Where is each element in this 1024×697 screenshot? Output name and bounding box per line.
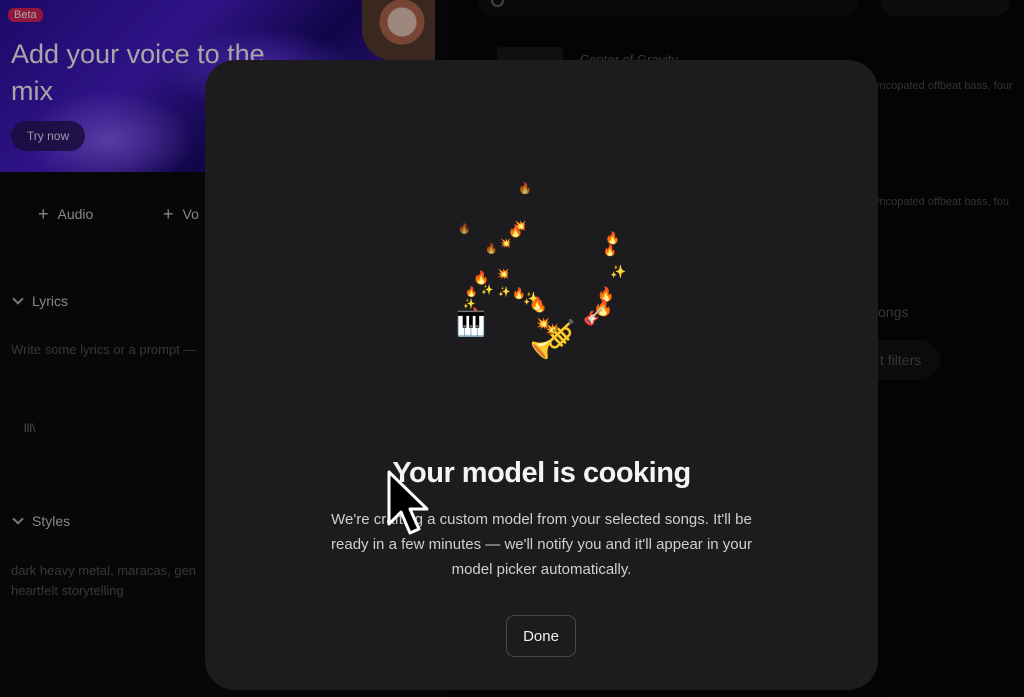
piano-icon: 🎹 [456, 310, 486, 338]
fire-icon: 🔥 [518, 182, 532, 195]
dialog-message: We're crafting a custom model from your … [331, 511, 752, 578]
fire-icon: 🔥 [603, 244, 617, 257]
fire-icon: 🔥 [465, 287, 478, 298]
guitar-icon: 🎸 [583, 306, 606, 327]
burst-icon: 💥 [497, 269, 510, 280]
cooking-illustration: 🔥 🔥 🔥 🔥 💥 💥 🔥 🔥 🔥 💥 🔥 ✨ ✨ 🔥 ✨ 🔥 ✨ 🔥 🔥 ✨ … [205, 60, 878, 460]
mouse-cursor-icon [387, 470, 429, 535]
sparkles-icon: ✨ [481, 285, 494, 296]
fire-icon: 🔥 [605, 231, 620, 245]
trumpet-icon: 🎺 [529, 317, 577, 361]
sparkles-icon: ✨ [498, 287, 511, 298]
fire-icon: 🔥 [529, 297, 546, 312]
burst-icon: 💥 [514, 221, 527, 232]
sparkles-icon: ✨ [610, 265, 627, 280]
burst-icon: 💥 [500, 239, 512, 249]
fire-icon: 🔥 [458, 224, 471, 235]
dialog-title: Your model is cooking [392, 457, 691, 489]
fire-icon: 🔥 [473, 271, 490, 286]
model-cooking-dialog: 🔥 🔥 🔥 🔥 💥 💥 🔥 🔥 🔥 💥 🔥 ✨ ✨ 🔥 ✨ 🔥 ✨ 🔥 🔥 ✨ … [205, 60, 878, 690]
fire-icon: 🔥 [485, 244, 498, 255]
done-button[interactable]: Done [506, 615, 576, 657]
